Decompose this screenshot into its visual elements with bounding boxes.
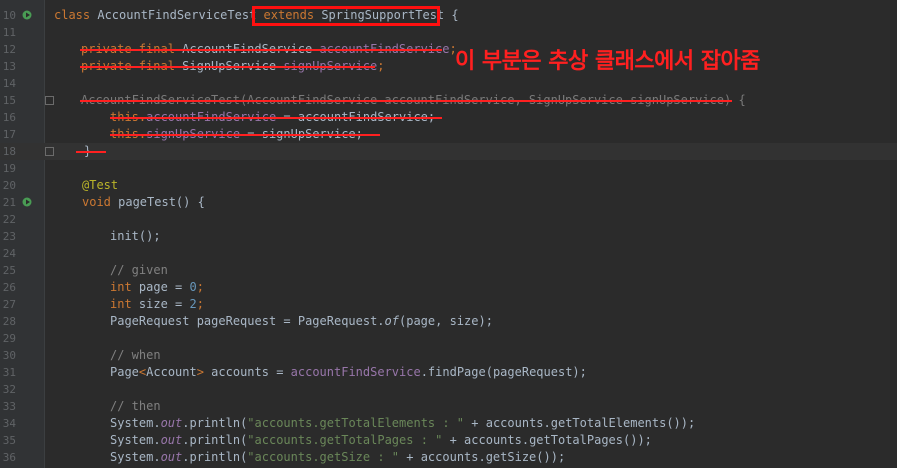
static-field: out bbox=[160, 450, 183, 464]
line-number: 18 bbox=[2, 145, 16, 158]
code-line-21: 21 void pageTest() { bbox=[0, 194, 897, 211]
static-field: out bbox=[160, 416, 183, 430]
field-name: accountFindService bbox=[290, 365, 421, 379]
arguments: (page, size); bbox=[399, 314, 493, 328]
strike-line bbox=[80, 100, 732, 102]
code-line-23: 23 init(); bbox=[0, 228, 897, 245]
number-literal: 2 bbox=[189, 297, 197, 311]
strike-line bbox=[80, 66, 375, 68]
line-number: 21 bbox=[2, 196, 16, 209]
code-line-31: 31 Page<Account> accounts = accountFindS… bbox=[0, 364, 897, 381]
code-line-28: 28 PageRequest pageRequest = PageRequest… bbox=[0, 313, 897, 330]
highlight-box-extends bbox=[252, 6, 440, 26]
code-line-18: 18 } bbox=[0, 143, 897, 160]
run-test-icon[interactable] bbox=[22, 9, 34, 21]
line-number: 20 bbox=[2, 179, 16, 192]
keyword: void bbox=[82, 195, 119, 209]
line-number: 13 bbox=[2, 60, 16, 73]
static-method: of bbox=[384, 314, 399, 328]
line-number: 30 bbox=[2, 349, 16, 362]
semicolon: ; bbox=[196, 297, 204, 311]
line-number: 33 bbox=[2, 400, 16, 413]
class-name: AccountFindServiceTest bbox=[97, 8, 264, 22]
strike-line bbox=[110, 134, 380, 136]
line-number: 27 bbox=[2, 298, 16, 311]
semicolon: ; bbox=[377, 59, 385, 73]
method-call: .println( bbox=[182, 450, 248, 464]
fold-marker-icon[interactable] bbox=[45, 147, 54, 156]
line-number: 15 bbox=[2, 94, 16, 107]
expression: + accounts.getTotalElements()); bbox=[464, 416, 696, 430]
number-literal: 0 bbox=[189, 280, 197, 294]
line-number: 34 bbox=[2, 417, 16, 430]
code-line-35: 35 System.out.println("accounts.getTotal… bbox=[0, 432, 897, 449]
line-number: 11 bbox=[2, 26, 16, 39]
strike-line bbox=[110, 117, 442, 119]
line-number: 29 bbox=[2, 332, 16, 345]
code-line-20: 20 @Test bbox=[0, 177, 897, 194]
line-number: 16 bbox=[2, 111, 16, 124]
class-ref: System. bbox=[110, 433, 161, 447]
annotation-test: @Test bbox=[82, 178, 119, 192]
method-call: .findPage(pageRequest); bbox=[420, 365, 587, 379]
static-field: out bbox=[160, 433, 183, 447]
semicolon: ; bbox=[196, 280, 204, 294]
code-line-10: 10 class AccountFindServiceTest extends … bbox=[0, 7, 897, 24]
annotation-note: 이 부분은 추상 클래스에서 잡아줌 bbox=[455, 49, 761, 74]
code-line-33: 33 // then bbox=[0, 398, 897, 415]
variable: size = bbox=[138, 297, 190, 311]
type-name: Page bbox=[110, 365, 139, 379]
method-call: .println( bbox=[182, 433, 248, 447]
line-number: 24 bbox=[2, 247, 16, 260]
fold-marker-icon[interactable] bbox=[45, 96, 54, 105]
keyword: int bbox=[110, 297, 139, 311]
variable: accounts = bbox=[203, 365, 291, 379]
class-ref: System. bbox=[110, 416, 161, 430]
line-number: 12 bbox=[2, 43, 16, 56]
code-line-34: 34 System.out.println("accounts.getTotal… bbox=[0, 415, 897, 432]
expression: + accounts.getTotalPages()); bbox=[442, 433, 652, 447]
code-line-27: 27 int size = 2; bbox=[0, 296, 897, 313]
expression: + accounts.getSize()); bbox=[399, 450, 566, 464]
line-number: 22 bbox=[2, 213, 16, 226]
method-call: .println( bbox=[182, 416, 248, 430]
strike-line bbox=[80, 49, 442, 51]
keyword: int bbox=[110, 280, 139, 294]
generic-close: > bbox=[196, 365, 204, 379]
line-number: 36 bbox=[2, 451, 16, 464]
line-number: 26 bbox=[2, 281, 16, 294]
line-number: 19 bbox=[2, 162, 16, 175]
code-line-30: 30 // when bbox=[0, 347, 897, 364]
string-literal: "accounts.getTotalPages : " bbox=[247, 433, 443, 447]
class-ref: System. bbox=[110, 450, 161, 464]
code-line-26: 26 int page = 0; bbox=[0, 279, 897, 296]
run-test-icon[interactable] bbox=[22, 196, 34, 208]
keyword: class bbox=[54, 8, 98, 22]
code-line-25: 25 // given bbox=[0, 262, 897, 279]
statement: PageRequest pageRequest = PageRequest. bbox=[110, 314, 385, 328]
code-line-36: 36 System.out.println("accounts.getSize … bbox=[0, 449, 897, 466]
line-number: 35 bbox=[2, 434, 16, 447]
method-call: init(); bbox=[110, 229, 161, 243]
method-declaration: pageTest() { bbox=[118, 195, 205, 209]
line-number: 23 bbox=[2, 230, 16, 243]
comment: // then bbox=[110, 399, 161, 413]
comment: // when bbox=[110, 348, 161, 362]
line-number: 28 bbox=[2, 315, 16, 328]
string-literal: "accounts.getSize : " bbox=[247, 450, 400, 464]
line-number: 14 bbox=[2, 77, 16, 90]
line-number: 32 bbox=[2, 383, 16, 396]
line-number: 17 bbox=[2, 128, 16, 141]
line-number: 31 bbox=[2, 366, 16, 379]
string-literal: "accounts.getTotalElements : " bbox=[247, 416, 465, 430]
variable: page = bbox=[138, 280, 190, 294]
strike-line bbox=[76, 151, 106, 153]
type-param: Account bbox=[146, 365, 197, 379]
comment: // given bbox=[110, 263, 168, 277]
line-number: 25 bbox=[2, 264, 16, 277]
line-number: 10 bbox=[2, 9, 16, 22]
